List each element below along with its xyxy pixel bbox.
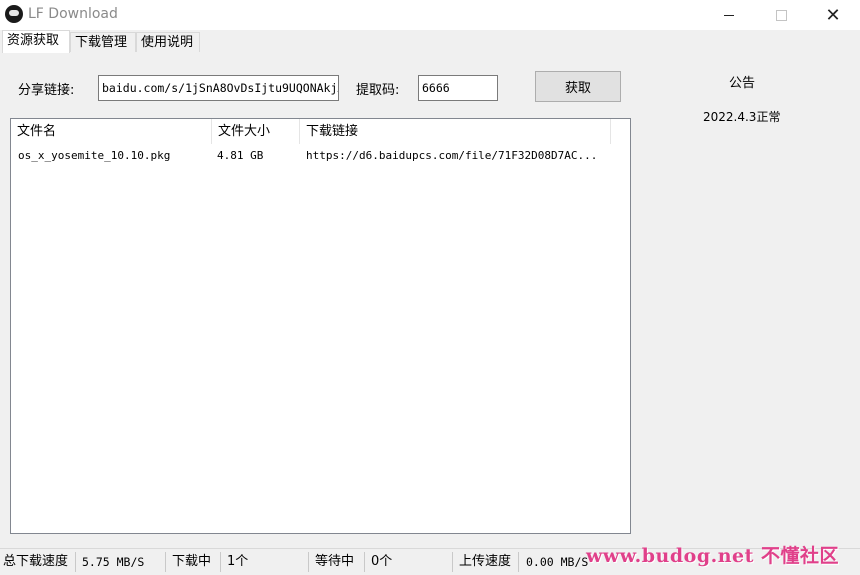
tab-instructions[interactable]: 使用说明 xyxy=(136,32,200,52)
minimize-button[interactable] xyxy=(706,0,752,30)
close-button[interactable]: ✕ xyxy=(810,0,856,30)
column-header-filesize[interactable]: 文件大小 xyxy=(212,119,300,144)
total-speed-label: 总下载速度 xyxy=(3,554,69,569)
total-speed-value: 5.75 MB/S xyxy=(82,555,145,569)
site-watermark: www.budog.net 不懂社区 xyxy=(586,545,840,567)
upload-speed-value: 0.00 MB/S xyxy=(526,555,589,569)
app-logo-icon xyxy=(5,5,23,23)
status-separator xyxy=(308,552,309,572)
status-separator xyxy=(220,552,221,572)
file-list-view[interactable]: 文件名 文件大小 下载链接 os_x_yosemite_10.10.pkg 4.… xyxy=(10,118,631,534)
maximize-icon xyxy=(775,9,787,21)
notice-title: 公告 xyxy=(729,76,756,91)
status-separator xyxy=(452,552,453,572)
cell-filesize: 4.81 GB xyxy=(217,149,264,162)
share-link-label: 分享链接: xyxy=(18,83,75,98)
upload-speed-label: 上传速度 xyxy=(459,554,512,569)
table-row[interactable]: os_x_yosemite_10.10.pkg 4.81 GB https://… xyxy=(11,146,611,166)
status-separator xyxy=(165,552,166,572)
waiting-count: 0个 xyxy=(371,554,393,569)
extract-code-input[interactable]: 6666 xyxy=(418,75,498,101)
tab-resource-fetch[interactable]: 资源获取 xyxy=(2,30,70,53)
close-icon: ✕ xyxy=(825,4,841,26)
fetch-button[interactable]: 获取 xyxy=(535,71,621,102)
list-header: 文件名 文件大小 下载链接 xyxy=(11,119,611,144)
status-separator xyxy=(518,552,519,572)
cell-filename: os_x_yosemite_10.10.pkg xyxy=(18,149,171,162)
title-bar: LF Download ✕ xyxy=(0,0,860,30)
downloading-count: 1个 xyxy=(227,554,249,569)
tab-strip: 资源获取 下载管理 使用说明 xyxy=(0,30,860,53)
resource-fetch-panel: 分享链接: baidu.com/s/1jSnA8OvDsIjtu9UQONAkj… xyxy=(0,52,860,548)
downloading-label: 下载中 xyxy=(172,554,212,569)
window-title: LF Download xyxy=(28,6,118,22)
maximize-button[interactable] xyxy=(758,0,804,30)
waiting-label: 等待中 xyxy=(315,554,355,569)
tab-download-manager[interactable]: 下载管理 xyxy=(70,32,136,52)
minimize-icon xyxy=(724,14,734,16)
status-separator xyxy=(364,552,365,572)
share-link-input[interactable]: baidu.com/s/1jSnA8OvDsIjtu9UQONAkjA xyxy=(98,75,339,101)
column-header-filename[interactable]: 文件名 xyxy=(11,119,212,144)
notice-body: 2022.4.3正常 xyxy=(703,110,781,124)
extract-code-label: 提取码: xyxy=(356,83,400,98)
column-header-download-link[interactable]: 下载链接 xyxy=(300,119,611,144)
cell-download-link: https://d6.baidupcs.com/file/71F32D08D7A… xyxy=(306,149,598,162)
status-separator xyxy=(75,552,76,572)
